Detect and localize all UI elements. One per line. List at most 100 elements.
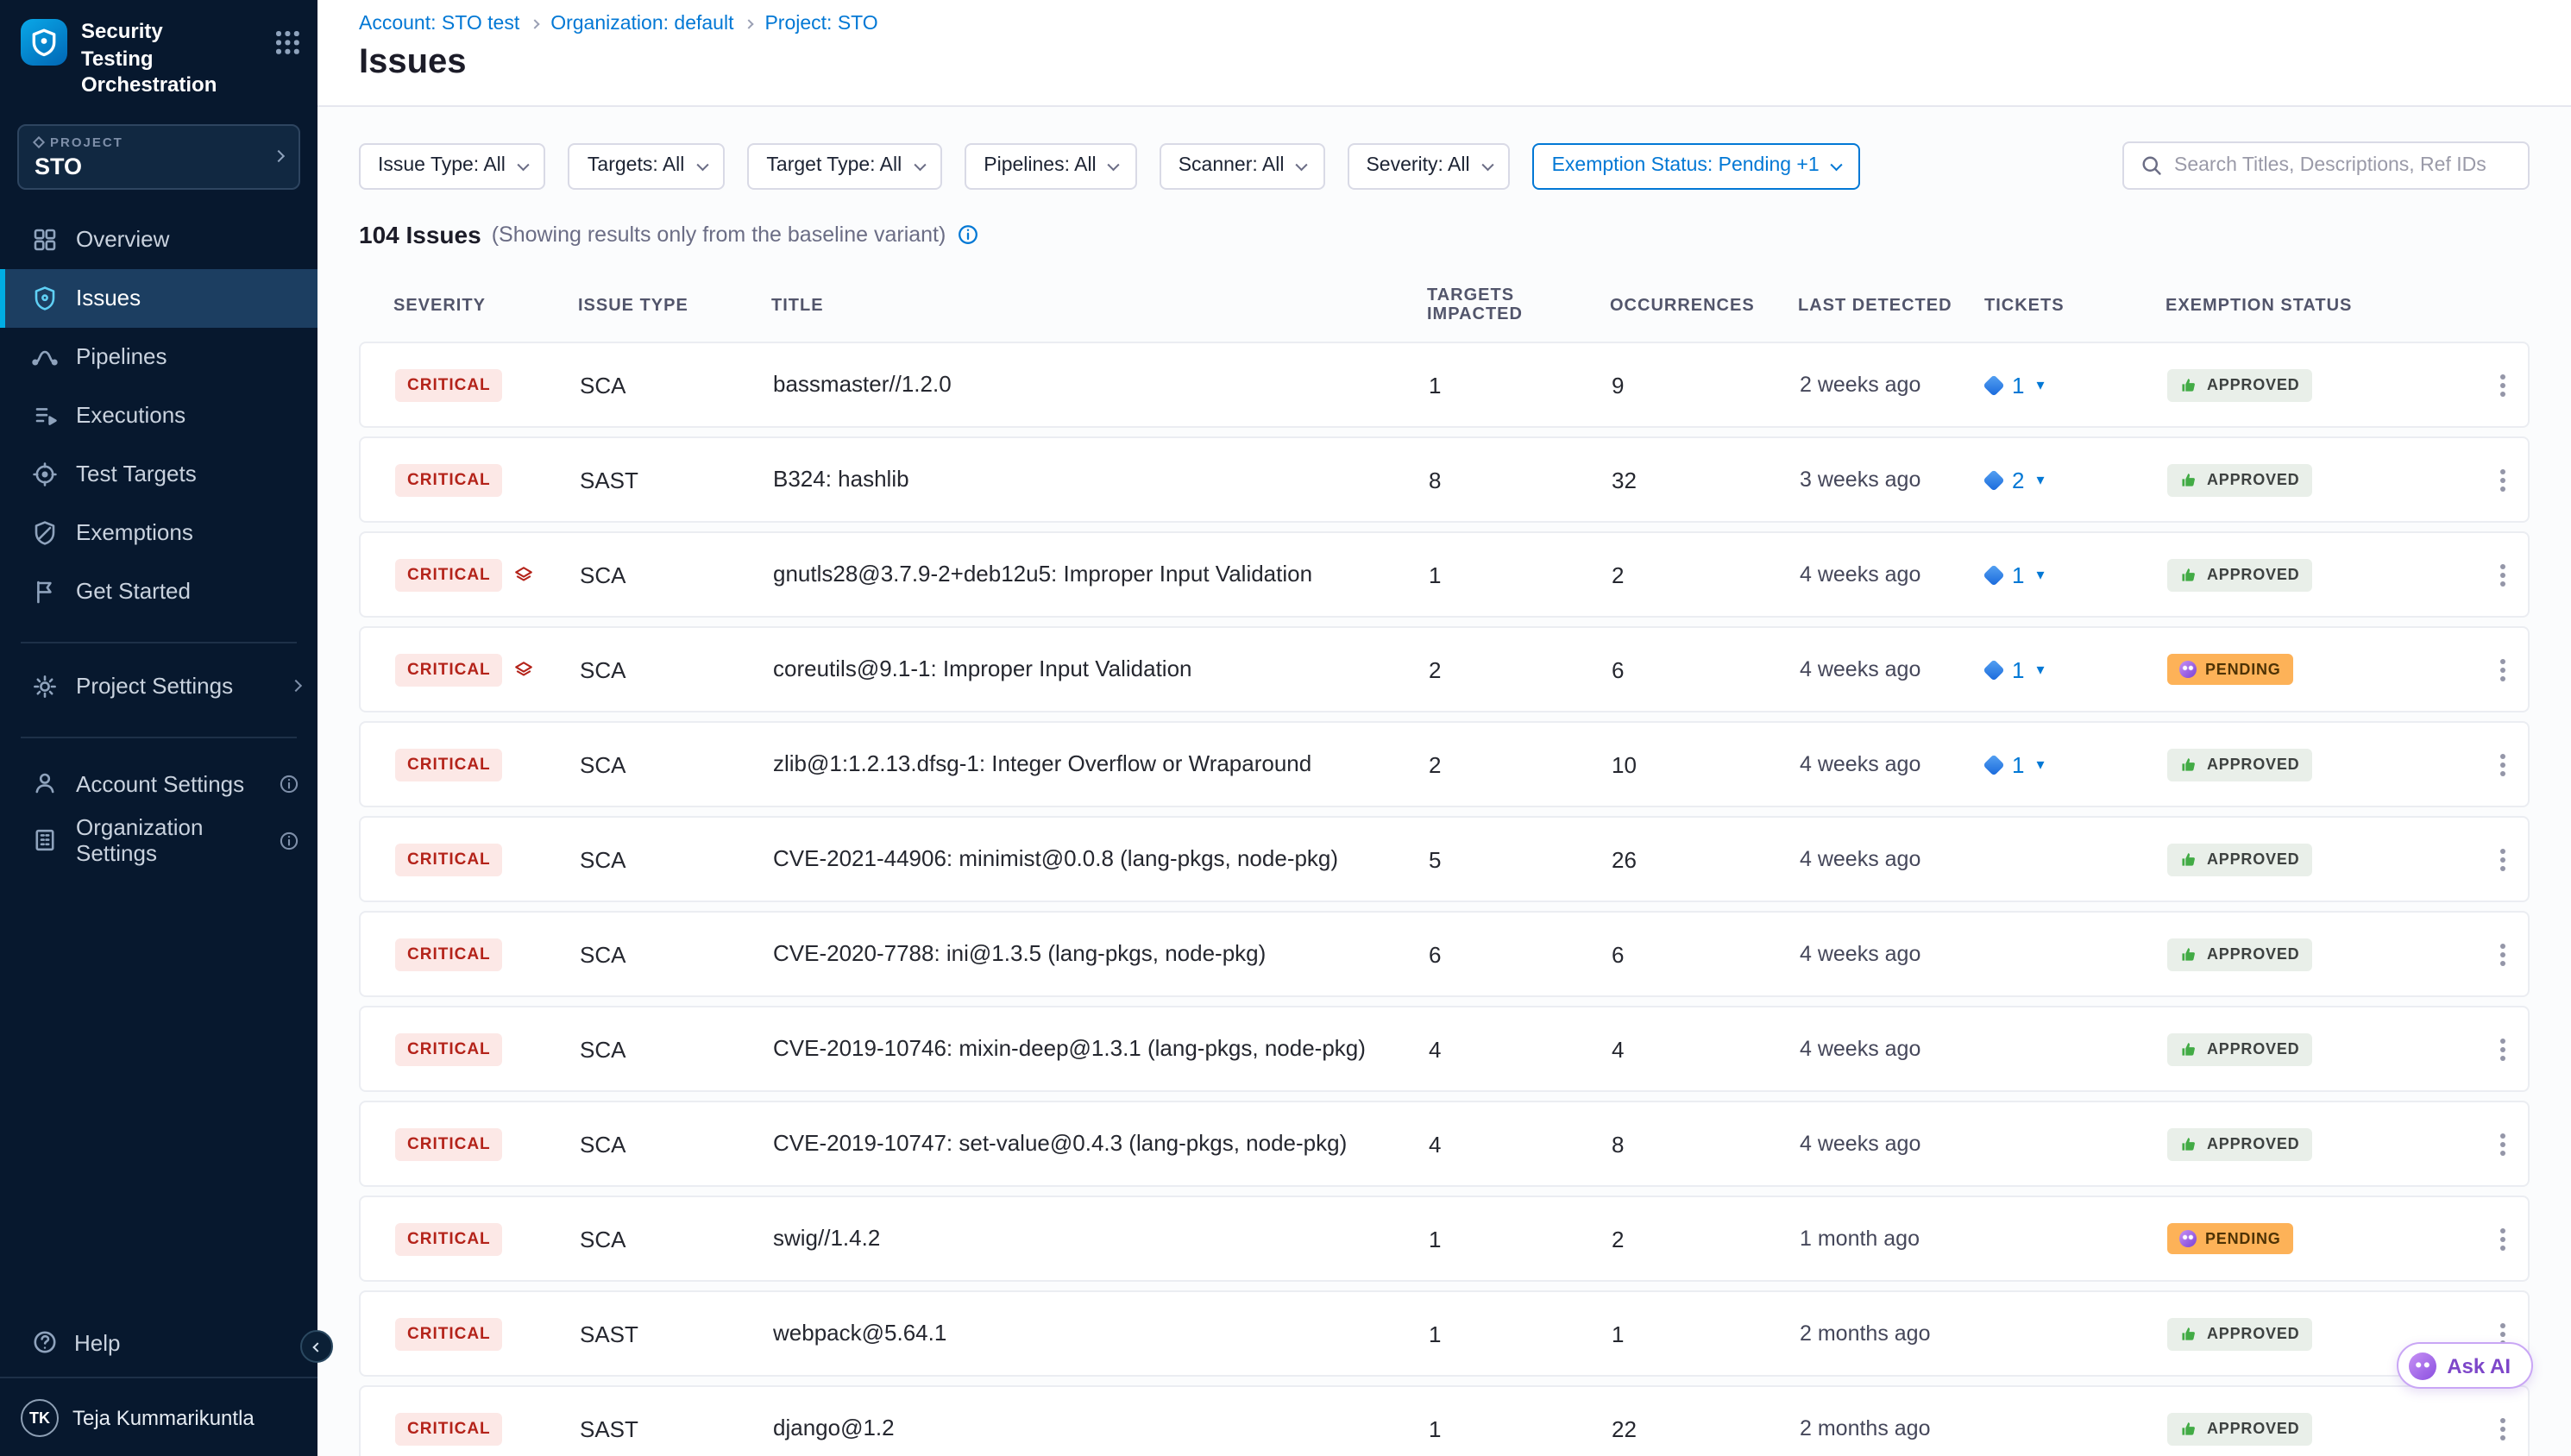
sidebar-item-test-targets[interactable]: Test Targets — [0, 445, 317, 504]
sidebar-account-nav: Account Settings Organization Settings — [0, 756, 317, 869]
apps-grid-icon[interactable] — [276, 31, 300, 55]
chevron-right-icon — [531, 19, 540, 28]
issue-title[interactable]: B324: hashlib — [773, 438, 1429, 521]
table-header: SEVERITYISSUE TYPETITLETARGETS IMPACTEDO… — [359, 286, 2530, 324]
filter-severity[interactable]: Severity: All — [1347, 142, 1510, 189]
tickets-cell[interactable]: 1 ▾ — [1986, 751, 2167, 777]
kebab-menu-icon[interactable] — [2500, 1426, 2505, 1431]
issue-title[interactable]: zlib@1:1.2.13.dfsg-1: Integer Overflow o… — [773, 723, 1429, 806]
issue-title[interactable]: swig//1.4.2 — [773, 1197, 1429, 1280]
project-name: STO — [35, 154, 123, 179]
severity-badge: CRITICAL — [395, 938, 503, 970]
table-row[interactable]: CRITICAL SCA coreutils@9.1-1: Improper I… — [359, 626, 2530, 712]
filter-pipelines[interactable]: Pipelines: All — [965, 142, 1136, 189]
sidebar-item-pipelines[interactable]: Pipelines — [0, 328, 317, 386]
sidebar-item-exemptions[interactable]: Exemptions — [0, 504, 317, 562]
table-row[interactable]: CRITICAL SCA CVE-2020-7788: ini@1.3.5 (l… — [359, 911, 2530, 997]
issue-title[interactable]: CVE-2019-10746: mixin-deep@1.3.1 (lang-p… — [773, 1007, 1429, 1090]
info-icon[interactable] — [278, 830, 300, 852]
last-detected-value: 2 months ago — [1800, 1321, 1986, 1346]
filter-target-type[interactable]: Target Type: All — [747, 142, 942, 189]
flag-icon — [31, 578, 59, 606]
sidebar-item-project-settings[interactable]: Project Settings — [0, 657, 317, 716]
kebab-menu-icon[interactable] — [2500, 1046, 2505, 1051]
issue-title[interactable]: CVE-2021-44906: minimist@0.0.8 (lang-pkg… — [773, 818, 1429, 901]
tickets-cell[interactable]: 1 ▾ — [1986, 656, 2167, 682]
project-selector[interactable]: PROJECT STO — [17, 124, 300, 190]
sidebar-collapse-button[interactable] — [300, 1330, 333, 1363]
issue-title[interactable]: CVE-2019-10747: set-value@0.4.3 (lang-pk… — [773, 1102, 1429, 1185]
tickets-cell[interactable]: 2 ▾ — [1986, 467, 2167, 493]
kebab-menu-icon[interactable] — [2500, 477, 2505, 482]
filter-issue-type[interactable]: Issue Type: All — [359, 142, 546, 189]
issue-title[interactable]: bassmaster//1.2.0 — [773, 343, 1429, 426]
gear-icon — [31, 673, 59, 700]
filter-scanner[interactable]: Scanner: All — [1160, 142, 1325, 189]
stacked-issues-icon — [513, 563, 536, 586]
stacked-issues-icon — [513, 658, 536, 681]
kebab-menu-icon[interactable] — [2500, 382, 2505, 387]
search-input[interactable] — [2174, 155, 2512, 176]
targets-impacted-value: 1 — [1429, 372, 1612, 398]
last-detected-value: 4 weeks ago — [1800, 752, 1986, 776]
status-icon — [2179, 755, 2198, 774]
info-icon[interactable] — [956, 223, 980, 247]
last-detected-value: 4 weeks ago — [1800, 942, 1986, 966]
table-row[interactable]: CRITICAL SCA CVE-2019-10747: set-value@0… — [359, 1101, 2530, 1187]
occurrences-value: 22 — [1612, 1415, 1800, 1441]
issue-title[interactable]: CVE-2020-7788: ini@1.3.5 (lang-pkgs, nod… — [773, 913, 1429, 995]
kebab-menu-icon[interactable] — [2500, 762, 2505, 767]
filter-exemption-status[interactable]: Exemption Status: Pending +1 — [1533, 142, 1860, 189]
table-row[interactable]: CRITICAL SAST webpack@5.64.1 1 1 2 month… — [359, 1290, 2530, 1377]
status-label: APPROVED — [2207, 850, 2299, 868]
status-icon — [2179, 1134, 2198, 1153]
ask-ai-button[interactable]: Ask AI — [2397, 1342, 2533, 1389]
table-row[interactable]: CRITICAL SCA CVE-2021-44906: minimist@0.… — [359, 816, 2530, 902]
kebab-menu-icon[interactable] — [2500, 951, 2505, 957]
kebab-menu-icon[interactable] — [2500, 1331, 2505, 1336]
search-box[interactable] — [2122, 141, 2530, 190]
info-icon[interactable] — [278, 773, 300, 795]
kebab-menu-icon[interactable] — [2500, 1236, 2505, 1241]
exemption-status-badge: APPROVED — [2167, 843, 2311, 875]
issue-title[interactable]: gnutls28@3.7.9-2+deb12u5: Improper Input… — [773, 533, 1429, 616]
table-row[interactable]: CRITICAL SCA CVE-2019-10746: mixin-deep@… — [359, 1006, 2530, 1092]
table-row[interactable]: CRITICAL SAST B324: hashlib 8 32 3 weeks… — [359, 436, 2530, 523]
kebab-menu-icon[interactable] — [2500, 857, 2505, 862]
chevron-down-icon — [697, 159, 708, 170]
project-diamond-icon — [33, 135, 45, 147]
table-row[interactable]: CRITICAL SCA bassmaster//1.2.0 1 9 2 wee… — [359, 342, 2530, 428]
sidebar-item-overview[interactable]: Overview — [0, 210, 317, 269]
breadcrumb-link[interactable]: Organization: default — [550, 14, 733, 35]
issue-title[interactable]: django@1.2 — [773, 1387, 1429, 1456]
status-icon — [2179, 375, 2198, 394]
issue-title[interactable]: coreutils@9.1-1: Improper Input Validati… — [773, 628, 1429, 711]
sidebar-item-issues[interactable]: Issues — [0, 269, 317, 328]
chevron-down-icon — [1482, 159, 1493, 170]
last-detected-value: 2 months ago — [1800, 1416, 1986, 1440]
sidebar-item-account-settings[interactable]: Account Settings — [0, 756, 317, 813]
sidebar-item-executions[interactable]: Executions — [0, 386, 317, 445]
tickets-cell[interactable]: 1 ▾ — [1986, 562, 2167, 587]
ticket-count: 1 — [2012, 372, 2024, 398]
user-menu[interactable]: TK Teja Kummarikuntla — [0, 1377, 317, 1456]
filter-targets[interactable]: Targets: All — [569, 142, 726, 189]
help-button[interactable]: Help — [0, 1308, 317, 1377]
table-row[interactable]: CRITICAL SAST django@1.2 1 22 2 months a… — [359, 1385, 2530, 1456]
breadcrumb-link[interactable]: Project: STO — [764, 14, 877, 35]
table-row[interactable]: CRITICAL SCA swig//1.4.2 1 2 1 month ago… — [359, 1196, 2530, 1282]
last-detected-value: 4 weeks ago — [1800, 657, 1986, 681]
table-row[interactable]: CRITICAL SCA gnutls28@3.7.9-2+deb12u5: I… — [359, 531, 2530, 618]
kebab-menu-icon[interactable] — [2500, 667, 2505, 672]
issue-title[interactable]: webpack@5.64.1 — [773, 1292, 1429, 1375]
table-row[interactable]: CRITICAL SCA zlib@1:1.2.13.dfsg-1: Integ… — [359, 721, 2530, 807]
kebab-menu-icon[interactable] — [2500, 1141, 2505, 1146]
severity-badge: CRITICAL — [395, 463, 503, 496]
status-label: PENDING — [2205, 661, 2281, 678]
breadcrumb: Account: STO test Organization: default Pr… — [359, 14, 2530, 35]
breadcrumb-link[interactable]: Account: STO test — [359, 14, 519, 35]
kebab-menu-icon[interactable] — [2500, 572, 2505, 577]
sidebar-item-organization-settings[interactable]: Organization Settings — [0, 813, 317, 869]
sidebar-item-get-started[interactable]: Get Started — [0, 562, 317, 621]
tickets-cell[interactable]: 1 ▾ — [1986, 372, 2167, 398]
